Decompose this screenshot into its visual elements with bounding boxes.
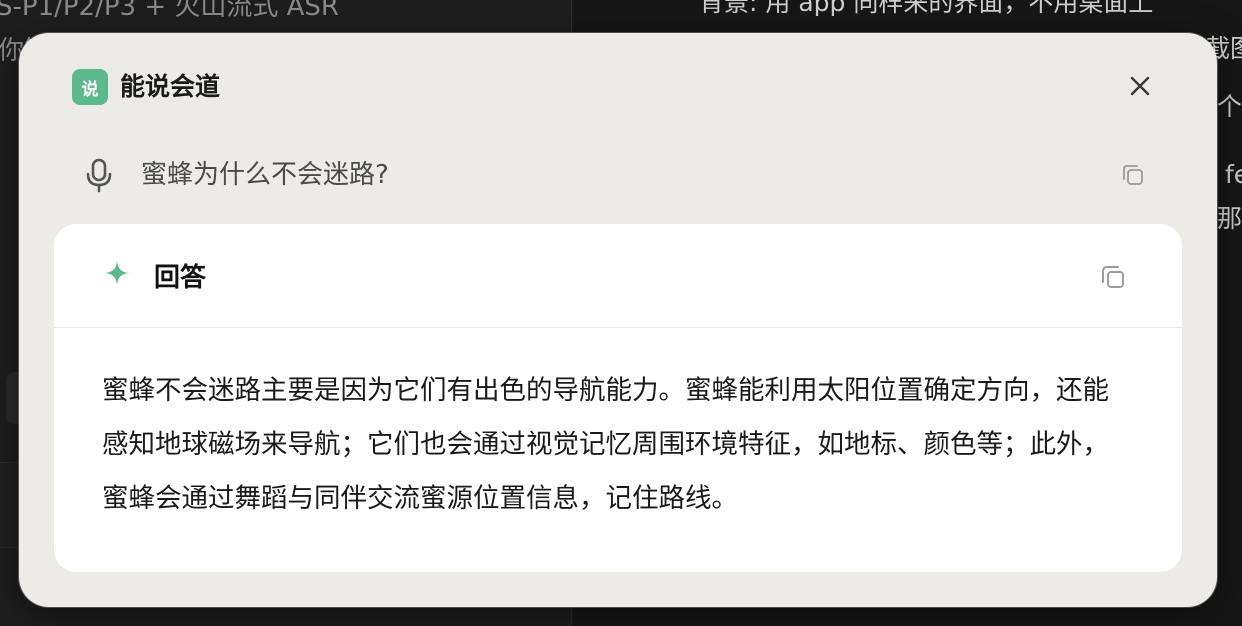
close-button[interactable] [1123, 69, 1157, 103]
copy-icon [1123, 165, 1143, 185]
answer-title: 回答 [154, 263, 207, 293]
copy-query-button[interactable] [1119, 161, 1147, 189]
sparkle-icon [105, 261, 129, 285]
app-title: 能说会道 [120, 72, 221, 101]
background-text: S-P1/P2/P3 + 火山流式 ASR [0, 0, 340, 22]
answer-card: 回答 蜜蜂不会迷路主要是因为它们有出色的导航能力。蜜蜂能利用太阳位置确定方向，还… [54, 224, 1182, 572]
microphone-icon [86, 158, 112, 193]
app-logo-icon: 说 [72, 69, 108, 105]
query-row: 蜜蜂为什么不会迷路? [79, 153, 1159, 199]
answer-card-header: 回答 [54, 224, 1182, 328]
answer-text: 蜜蜂不会迷路主要是因为它们有出色的导航能力。蜜蜂能利用太阳位置确定方向，还能感知… [102, 375, 1109, 514]
close-icon [1130, 76, 1150, 96]
assistant-dialog: 说 能说会道 蜜蜂为什么不会迷路? 回答 蜜蜂不会迷路主要是因为它们有出色的导航… [19, 33, 1217, 607]
background-text: fe [1225, 160, 1242, 189]
background-text: 个 [1217, 92, 1242, 121]
query-text: 蜜蜂为什么不会迷路? [141, 160, 389, 190]
background-text: 背景: 用 app 同样来的界面，不用桌面上 [699, 0, 1154, 17]
copy-answer-button[interactable] [1098, 262, 1128, 292]
background-text: 那 [1217, 204, 1242, 233]
copy-icon [1102, 266, 1124, 288]
